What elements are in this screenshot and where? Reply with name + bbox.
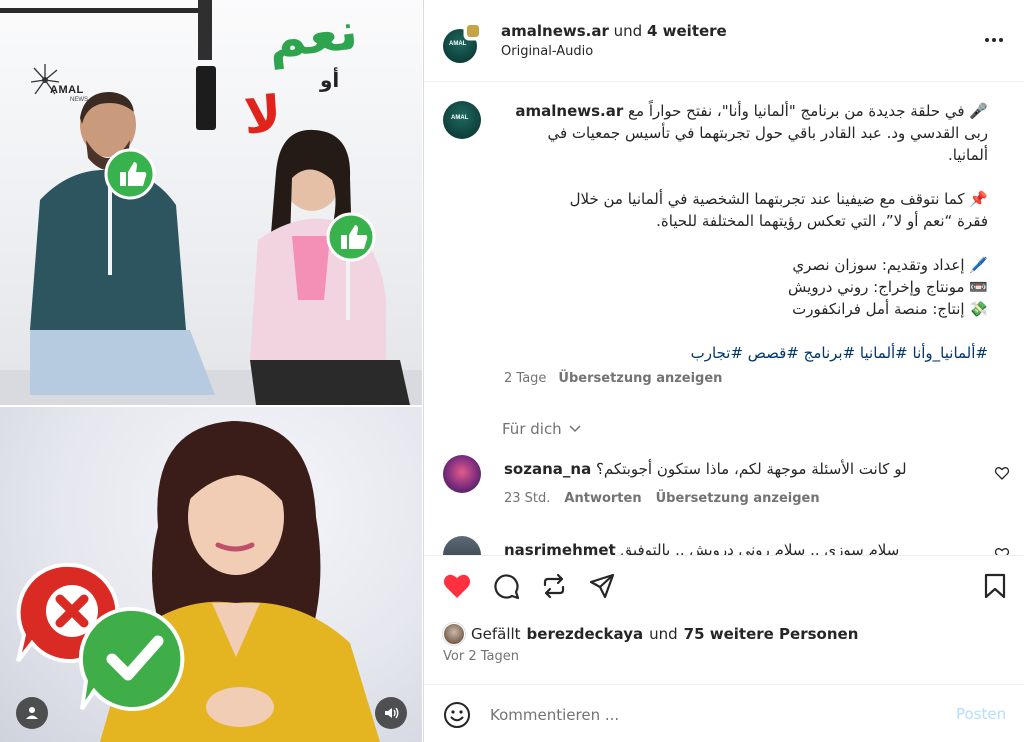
avatar-logo-text: AMAL xyxy=(449,41,467,47)
for-you-filter[interactable]: Für dich xyxy=(502,420,582,438)
repost-icon xyxy=(543,573,565,599)
audio-toggle-button[interactable] xyxy=(375,697,407,729)
logo-text: AMAL xyxy=(50,84,84,96)
show-title-no: لا xyxy=(242,84,284,146)
share-button[interactable] xyxy=(586,570,618,602)
bookmark-icon xyxy=(984,573,1006,599)
audio-link[interactable]: Original-Audio xyxy=(501,44,593,59)
caption-line: 🖊️ إعداد وتقديم: سوزان نصري xyxy=(792,256,988,274)
post-media[interactable]: AMAL NEWS نعم أو لا xyxy=(0,0,422,742)
dot-icon xyxy=(999,38,1003,42)
comment-like-heart-icon[interactable] xyxy=(994,546,1010,555)
for-you-label: Für dich xyxy=(502,420,562,438)
caption-translate-link[interactable]: Übersetzung anzeigen xyxy=(558,371,722,386)
post-details-panel: AMAL amalnews.ar und 4 weitere Original-… xyxy=(423,0,1024,742)
likes-connector: und xyxy=(649,625,678,643)
add-comment-bar: Posten xyxy=(424,684,1024,742)
author-username[interactable]: amalnews.ar xyxy=(501,22,609,40)
caption-author-avatar[interactable]: AMAL xyxy=(443,101,481,139)
caption-line: 🎤 في حلقة جديدة من برنامج "ألمانيا وأنا"… xyxy=(504,100,988,122)
thumbs-up-card-icon xyxy=(326,212,376,262)
comment-input[interactable] xyxy=(490,703,930,727)
media-bottom-scene xyxy=(0,407,422,742)
comment-translate-link[interactable]: Übersetzung anzeigen xyxy=(656,491,820,506)
save-button[interactable] xyxy=(979,570,1011,602)
comment-body: سلام سوزي .. سلام روني درويش .. بالتوفيق xyxy=(620,541,900,555)
heart-filled-icon xyxy=(443,574,471,598)
collaborators-link[interactable]: 4 weitere xyxy=(647,22,727,40)
commenter-avatar[interactable] xyxy=(443,455,481,493)
likes-prefix: Gefällt xyxy=(471,625,521,643)
caption-text: 🎤 في حلقة جديدة من برنامج "ألمانيا وأنا"… xyxy=(628,102,988,120)
tagged-users-button[interactable] xyxy=(16,697,48,729)
show-title-or: أو xyxy=(320,68,340,92)
author-line: amalnews.ar und 4 weitere xyxy=(501,22,727,40)
comments-scroll-area[interactable]: AMAL 🎤 في حلقة جديدة من برنامج "ألمانيا … xyxy=(424,83,1024,555)
post-header: AMAL amalnews.ar und 4 weitere Original-… xyxy=(424,0,1024,82)
brand-logo: AMAL NEWS xyxy=(30,62,92,114)
caption-line: 📼 مونتاج وإخراج: روني درويش xyxy=(788,278,988,296)
likes-summary: Gefällt berezdeckaya und 75 weitere Pers… xyxy=(443,623,858,645)
comment-meta: 23 Std. Antworten Übersetzung anzeigen xyxy=(504,491,820,506)
collab-connector: und xyxy=(613,22,643,40)
caption-hashtags[interactable]: #ألمانيا_وأنا #ألمانيا #برنامج #قصص #تجا… xyxy=(504,342,988,364)
commenter-username[interactable]: sozana_na xyxy=(504,460,591,478)
post-actions: Gefällt berezdeckaya und 75 weitere Pers… xyxy=(424,555,1024,683)
collab-badge-icon xyxy=(465,23,481,39)
repost-button[interactable] xyxy=(538,570,570,602)
emoji-icon[interactable] xyxy=(443,701,471,729)
person-icon xyxy=(26,707,38,719)
caption-username[interactable]: amalnews.ar xyxy=(515,102,623,120)
comment-body: لو كانت الأسئلة موجهة لكم، ماذا ستكون أج… xyxy=(595,460,907,478)
avatar-logo-text: AMAL xyxy=(451,115,469,121)
caption-line: 💸 إنتاج: منصة أمل فرانكفورت xyxy=(792,300,988,318)
send-paper-plane-icon xyxy=(589,573,615,599)
show-title-yes: نعم xyxy=(265,1,361,71)
comment-bubble-icon xyxy=(494,574,520,600)
comment-text-line: nasrimehmet سلام سوزي .. سلام روني درويش… xyxy=(504,540,984,555)
thumbs-up-card-icon xyxy=(104,148,156,200)
caption-line: ألمانيا. xyxy=(947,146,988,164)
logo-subtext: NEWS xyxy=(70,97,88,103)
comment-button[interactable] xyxy=(490,570,522,602)
caption-line: ربى القدسي ود. عبد القادر باقي حول تجربت… xyxy=(547,124,988,142)
post-date[interactable]: Vor 2 Tagen xyxy=(443,649,519,664)
comment-text-line: sozana_na لو كانت الأسئلة موجهة لكم، ماذ… xyxy=(504,459,984,479)
caption-line: فقرة “نعم أو لا”، التي تعكس رؤيتهما المخ… xyxy=(656,212,988,230)
comment-like-heart-icon[interactable] xyxy=(994,465,1010,481)
liker-avatar[interactable] xyxy=(443,623,465,645)
dot-icon xyxy=(992,38,996,42)
caption-age: 2 Tage xyxy=(504,371,547,386)
like-button[interactable] xyxy=(441,570,473,602)
liker-username[interactable]: berezdeckaya xyxy=(527,625,644,643)
likes-count-link[interactable]: 75 weitere Personen xyxy=(684,625,859,643)
post-caption: 🎤 في حلقة جديدة من برنامج "ألمانيا وأنا"… xyxy=(504,100,988,364)
more-options-button[interactable] xyxy=(980,28,1008,52)
chevron-down-icon xyxy=(569,425,581,433)
dot-icon xyxy=(985,38,989,42)
media-top-scene: AMAL NEWS نعم أو لا xyxy=(0,0,422,405)
caption-meta: 2 Tage Übersetzung anzeigen xyxy=(504,371,722,386)
post-comment-button[interactable]: Posten xyxy=(956,705,1006,723)
commenter-avatar[interactable] xyxy=(443,536,481,555)
comment-age: 23 Std. xyxy=(504,491,551,506)
speaker-icon xyxy=(385,707,399,719)
caption-line: 📌 كما نتوقف مع ضيفينا عند تجربتهما الشخص… xyxy=(569,190,988,208)
green-check-badge-icon xyxy=(78,606,185,711)
reply-link[interactable]: Antworten xyxy=(564,491,641,506)
commenter-username[interactable]: nasrimehmet xyxy=(504,541,616,555)
